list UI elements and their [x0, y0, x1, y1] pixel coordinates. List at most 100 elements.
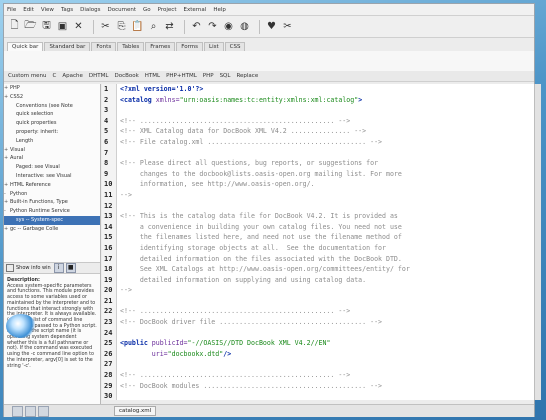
show-info-checkbox[interactable]	[6, 264, 14, 272]
tag-menu-custom-menu[interactable]: Custom menu	[8, 73, 47, 79]
tag-menu-sql[interactable]: SQL	[220, 73, 231, 79]
tree-item[interactable]: Paged: see Visual	[4, 163, 100, 172]
tree-item[interactable]: + Visual	[4, 146, 100, 155]
project-icon[interactable]	[25, 406, 36, 417]
code-line[interactable]: <public publicId="-//OASIS//DTD DocBook …	[120, 338, 532, 349]
menu-item-tags[interactable]: Tags	[61, 7, 73, 13]
code-line[interactable]	[120, 296, 532, 307]
menu-item-dialogs[interactable]: Dialogs	[80, 7, 100, 13]
replace-icon[interactable]: ⇄	[163, 20, 176, 33]
open-file-icon[interactable]: 🗁	[24, 20, 37, 33]
tag-menu-html[interactable]: HTML	[145, 73, 160, 79]
tree-item[interactable]: Interactive: see Visual	[4, 172, 100, 181]
code-editor[interactable]: 1 2 3 4 5 6 7 8 9 10 11 12 13 14 15 16 17 18 19 20 21 22 23 24 2…	[102, 84, 534, 400]
tree-item[interactable]: quick properties	[4, 119, 100, 128]
tree-item[interactable]: + Built-in Functions, Type	[4, 198, 100, 207]
tag-menu-dhtml[interactable]: DHTML	[89, 73, 109, 79]
bookmark-icon[interactable]: ■	[65, 263, 76, 273]
code-line[interactable]: <!-- ...................................…	[120, 370, 532, 381]
tag-menu-apache[interactable]: Apache	[62, 73, 83, 79]
code-line[interactable]: uri="docbookx.dtd"/>	[120, 349, 532, 360]
code-line[interactable]: -->	[120, 285, 532, 296]
tree-item[interactable]: property: inherit:	[4, 128, 100, 137]
code-line[interactable]: identifying storage objects at all. See …	[120, 243, 532, 254]
tag-menu-php[interactable]: PHP	[203, 73, 214, 79]
code-line[interactable]: detailed information on the files associ…	[120, 254, 532, 265]
code-line[interactable]: <!-- DocBook modules ...................…	[120, 381, 532, 392]
info-icon[interactable]: i	[53, 263, 64, 273]
code-line[interactable]	[120, 359, 532, 370]
code-line[interactable]: changes to the docbook@lists.oasis-open.…	[120, 169, 532, 180]
tree-item[interactable]: quick selection	[4, 110, 100, 119]
code-line[interactable]: <!-- This is the catalog data file for D…	[120, 211, 532, 222]
menu-item-external[interactable]: External	[183, 7, 206, 13]
undo-icon[interactable]: ↶	[190, 20, 203, 33]
redo-icon[interactable]: ↷	[206, 20, 219, 33]
tab-quick-bar[interactable]: Quick bar	[7, 42, 44, 51]
tab-css[interactable]: CSS	[224, 42, 246, 51]
code-area[interactable]: <?xml version='1.0'?> <catalog xmlns="urn…	[120, 84, 532, 400]
tab-forms[interactable]: Forms	[176, 42, 204, 51]
tag-menu-php-html[interactable]: PHP+HTML	[166, 73, 197, 79]
tree-item[interactable]: sys -- System-spec	[4, 215, 100, 225]
tag-menu-replace[interactable]: Replace	[236, 73, 258, 79]
tree-item[interactable]: + CSS2	[4, 93, 100, 102]
menu-item-project[interactable]: Project	[158, 7, 177, 13]
save-all-icon[interactable]: ▣	[56, 20, 69, 33]
code-line[interactable]: information, see http://www.oasis-open.o…	[120, 179, 532, 190]
tree-item[interactable]: - Python	[4, 190, 100, 199]
code-line[interactable]	[120, 391, 532, 400]
menu-item-edit[interactable]: Edit	[23, 7, 34, 13]
code-line[interactable]	[120, 148, 532, 159]
close-icon[interactable]: ✕	[72, 20, 85, 33]
menu-item-help[interactable]: Help	[213, 7, 226, 13]
code-line[interactable]: <!-- XML Catalog data for DocBook XML V4…	[120, 126, 532, 137]
new-file-icon[interactable]: 🗋	[8, 20, 21, 33]
menu-item-view[interactable]: View	[41, 7, 54, 13]
tree-item[interactable]: + PHP	[4, 84, 100, 93]
heart-icon[interactable]: ♥	[265, 20, 278, 33]
paste-icon[interactable]: 📋	[131, 20, 144, 33]
tab-list[interactable]: List	[204, 42, 224, 51]
tree-item[interactable]: Length	[4, 137, 100, 146]
browser-icon[interactable]: ◍	[238, 20, 251, 33]
code-line[interactable]: detailed information on supplying and us…	[120, 275, 532, 286]
code-line[interactable]: a convenience in building your own catal…	[120, 222, 532, 233]
code-line[interactable]: <?xml version='1.0'?>	[120, 84, 532, 95]
code-line[interactable]	[120, 201, 532, 212]
code-line[interactable]: the filenames listed here, and need not …	[120, 232, 532, 243]
vertical-scrollbar[interactable]	[534, 84, 541, 400]
code-line[interactable]: -->	[120, 190, 532, 201]
code-line[interactable]	[120, 105, 532, 116]
code-line[interactable]	[120, 328, 532, 339]
tab-frames[interactable]: Frames	[145, 42, 176, 51]
tab-tables[interactable]: Tables	[117, 42, 145, 51]
menu-item-go[interactable]: Go	[143, 7, 151, 13]
tree-item[interactable]: + gc -- Garbage Colle	[4, 225, 100, 234]
code-line[interactable]: <!-- ...................................…	[120, 116, 532, 127]
save-icon[interactable]: 🖫	[40, 20, 53, 33]
code-line[interactable]: See XML Catalogs at http://www.oasis-ope…	[120, 264, 532, 275]
tab-fonts[interactable]: Fonts	[91, 42, 117, 51]
preview-icon[interactable]: ◉	[222, 20, 235, 33]
code-line[interactable]: <!-- ...................................…	[120, 306, 532, 317]
tree-item[interactable]: + HTML Reference	[4, 181, 100, 190]
code-line[interactable]: <catalog xmlns="urn:oasis:names:tc:entit…	[120, 95, 532, 106]
scissors-icon[interactable]: ✂	[281, 20, 294, 33]
tree-item[interactable]: Conventions (see Note	[4, 102, 100, 111]
code-line[interactable]: <!-- File catalog.xml ..................…	[120, 137, 532, 148]
tag-menu-c[interactable]: C	[53, 73, 57, 79]
file-tab-catalog[interactable]: catalog.xml	[114, 406, 157, 416]
copy-icon[interactable]: ⎘	[115, 20, 128, 33]
find-icon[interactable]: ⌕	[147, 20, 160, 33]
tab-standard-bar[interactable]: Standard bar	[44, 42, 91, 51]
docs-icon[interactable]	[38, 406, 49, 417]
tree-item[interactable]: - Python Runtime Service	[4, 207, 100, 216]
tree-item[interactable]: + Aural	[4, 154, 100, 163]
code-line[interactable]: <!-- DocBook driver file ...............…	[120, 317, 532, 328]
code-line[interactable]: <!-- Please direct all questions, bug re…	[120, 158, 532, 169]
menu-item-document[interactable]: Document	[108, 7, 137, 13]
files-icon[interactable]	[12, 406, 23, 417]
menu-item-file[interactable]: File	[7, 7, 16, 13]
tag-menu-docbook[interactable]: DocBook	[114, 73, 138, 79]
